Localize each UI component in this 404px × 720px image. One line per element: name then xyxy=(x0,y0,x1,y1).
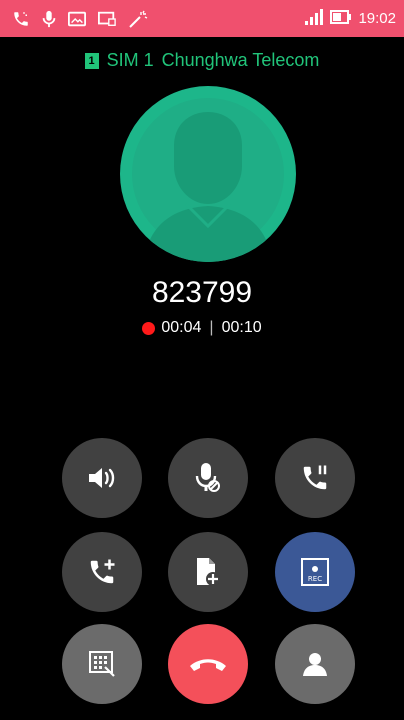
sim-carrier: 1 SIM 1 Chunghwa Telecom xyxy=(0,50,404,71)
contact-icon xyxy=(303,653,327,676)
battery-icon xyxy=(330,9,352,28)
cleaner-icon xyxy=(128,10,148,28)
speaker-button[interactable] xyxy=(62,438,142,518)
end-call-icon xyxy=(190,659,226,671)
speaker-icon xyxy=(89,468,115,488)
end-call-button[interactable] xyxy=(168,624,248,704)
record-label: REC xyxy=(308,575,322,583)
clock: 19:02 xyxy=(358,10,396,27)
add-note-icon xyxy=(197,558,220,586)
contacts-button[interactable] xyxy=(275,624,355,704)
add-note-button[interactable] xyxy=(168,532,248,612)
person-silhouette-icon xyxy=(132,98,284,262)
cast-icon xyxy=(98,11,116,27)
elapsed-time: 00:04 xyxy=(161,319,202,336)
carrier-name: Chunghwa Telecom xyxy=(161,50,320,70)
sim-badge-icon: 1 xyxy=(84,52,99,69)
record-button[interactable]: REC xyxy=(275,532,355,612)
message-icon xyxy=(68,11,86,27)
contact-avatar xyxy=(120,86,296,262)
keypad-icon xyxy=(89,651,115,677)
signal-icon xyxy=(304,8,324,29)
total-time: 00:10 xyxy=(221,319,262,336)
status-bar: 19:02 xyxy=(0,0,404,37)
add-call-button[interactable] xyxy=(62,532,142,612)
recording-dot-icon xyxy=(142,321,156,335)
hold-call-icon xyxy=(303,465,327,490)
call-timer: 00:04 | 00:10 xyxy=(0,319,404,337)
phone-number: 823799 xyxy=(151,276,253,309)
record-icon: REC xyxy=(301,558,329,586)
add-call-icon xyxy=(90,559,115,584)
mute-microphone-icon xyxy=(195,463,220,492)
mute-button[interactable] xyxy=(168,438,248,518)
keypad-button[interactable] xyxy=(62,624,142,704)
call-icon xyxy=(12,10,30,28)
notification-icons xyxy=(12,10,148,28)
hold-button[interactable] xyxy=(275,438,355,518)
timer-separator: | xyxy=(209,319,214,336)
sim-label: SIM 1 xyxy=(106,50,154,70)
microphone-icon xyxy=(42,10,56,28)
